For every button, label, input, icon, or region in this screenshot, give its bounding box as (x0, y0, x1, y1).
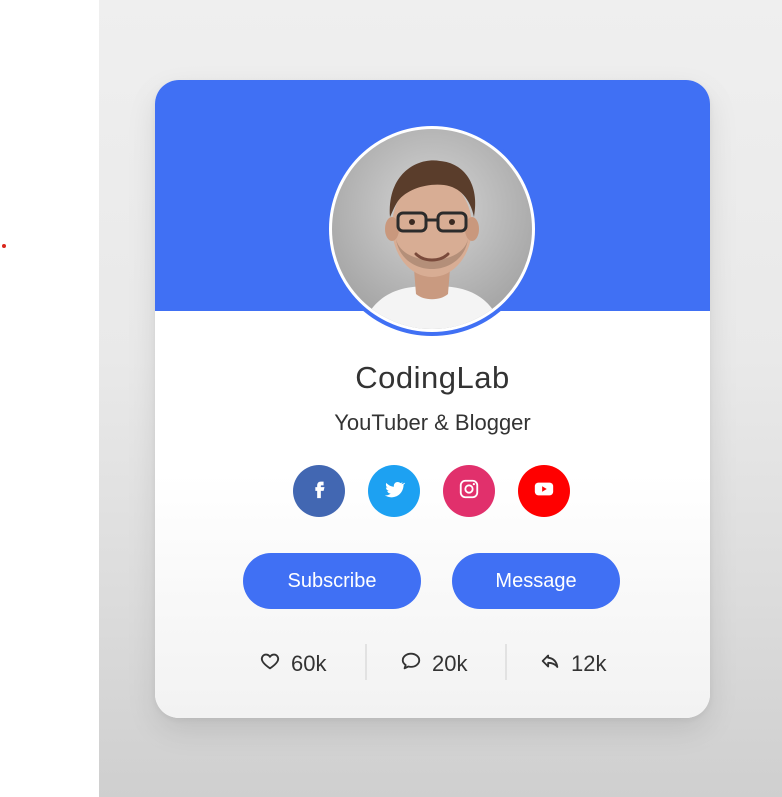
profile-role: YouTuber & Blogger (334, 410, 531, 435)
comment-icon (400, 650, 422, 678)
subscribe-button[interactable]: Subscribe (243, 553, 421, 609)
facebook-icon (308, 478, 330, 505)
marker-dot (2, 244, 6, 248)
share-icon (539, 650, 561, 678)
heart-icon (259, 650, 281, 678)
stat-divider (365, 644, 367, 680)
comments-count: 20k (432, 651, 468, 676)
avatar-photo (332, 129, 532, 329)
profile-card: CodingLab YouTuber & Blogger Subscribe M… (155, 80, 710, 718)
profile-name: CodingLab (355, 360, 510, 395)
instagram-link[interactable] (443, 465, 495, 517)
facebook-link[interactable] (293, 465, 345, 517)
avatar[interactable] (329, 126, 535, 332)
youtube-link[interactable] (518, 465, 570, 517)
likes-count: 60k (291, 651, 327, 676)
stat-likes: 60k (259, 648, 326, 680)
stat-shares: 12k (539, 648, 606, 680)
twitter-link[interactable] (368, 465, 420, 517)
shares-count: 12k (571, 651, 607, 676)
twitter-icon (383, 478, 406, 505)
message-button[interactable]: Message (452, 553, 620, 609)
instagram-icon (458, 478, 480, 505)
stat-comments: 20k (400, 648, 467, 680)
stat-divider (505, 644, 507, 680)
youtube-icon (533, 478, 555, 505)
avatar-ring (325, 122, 539, 336)
